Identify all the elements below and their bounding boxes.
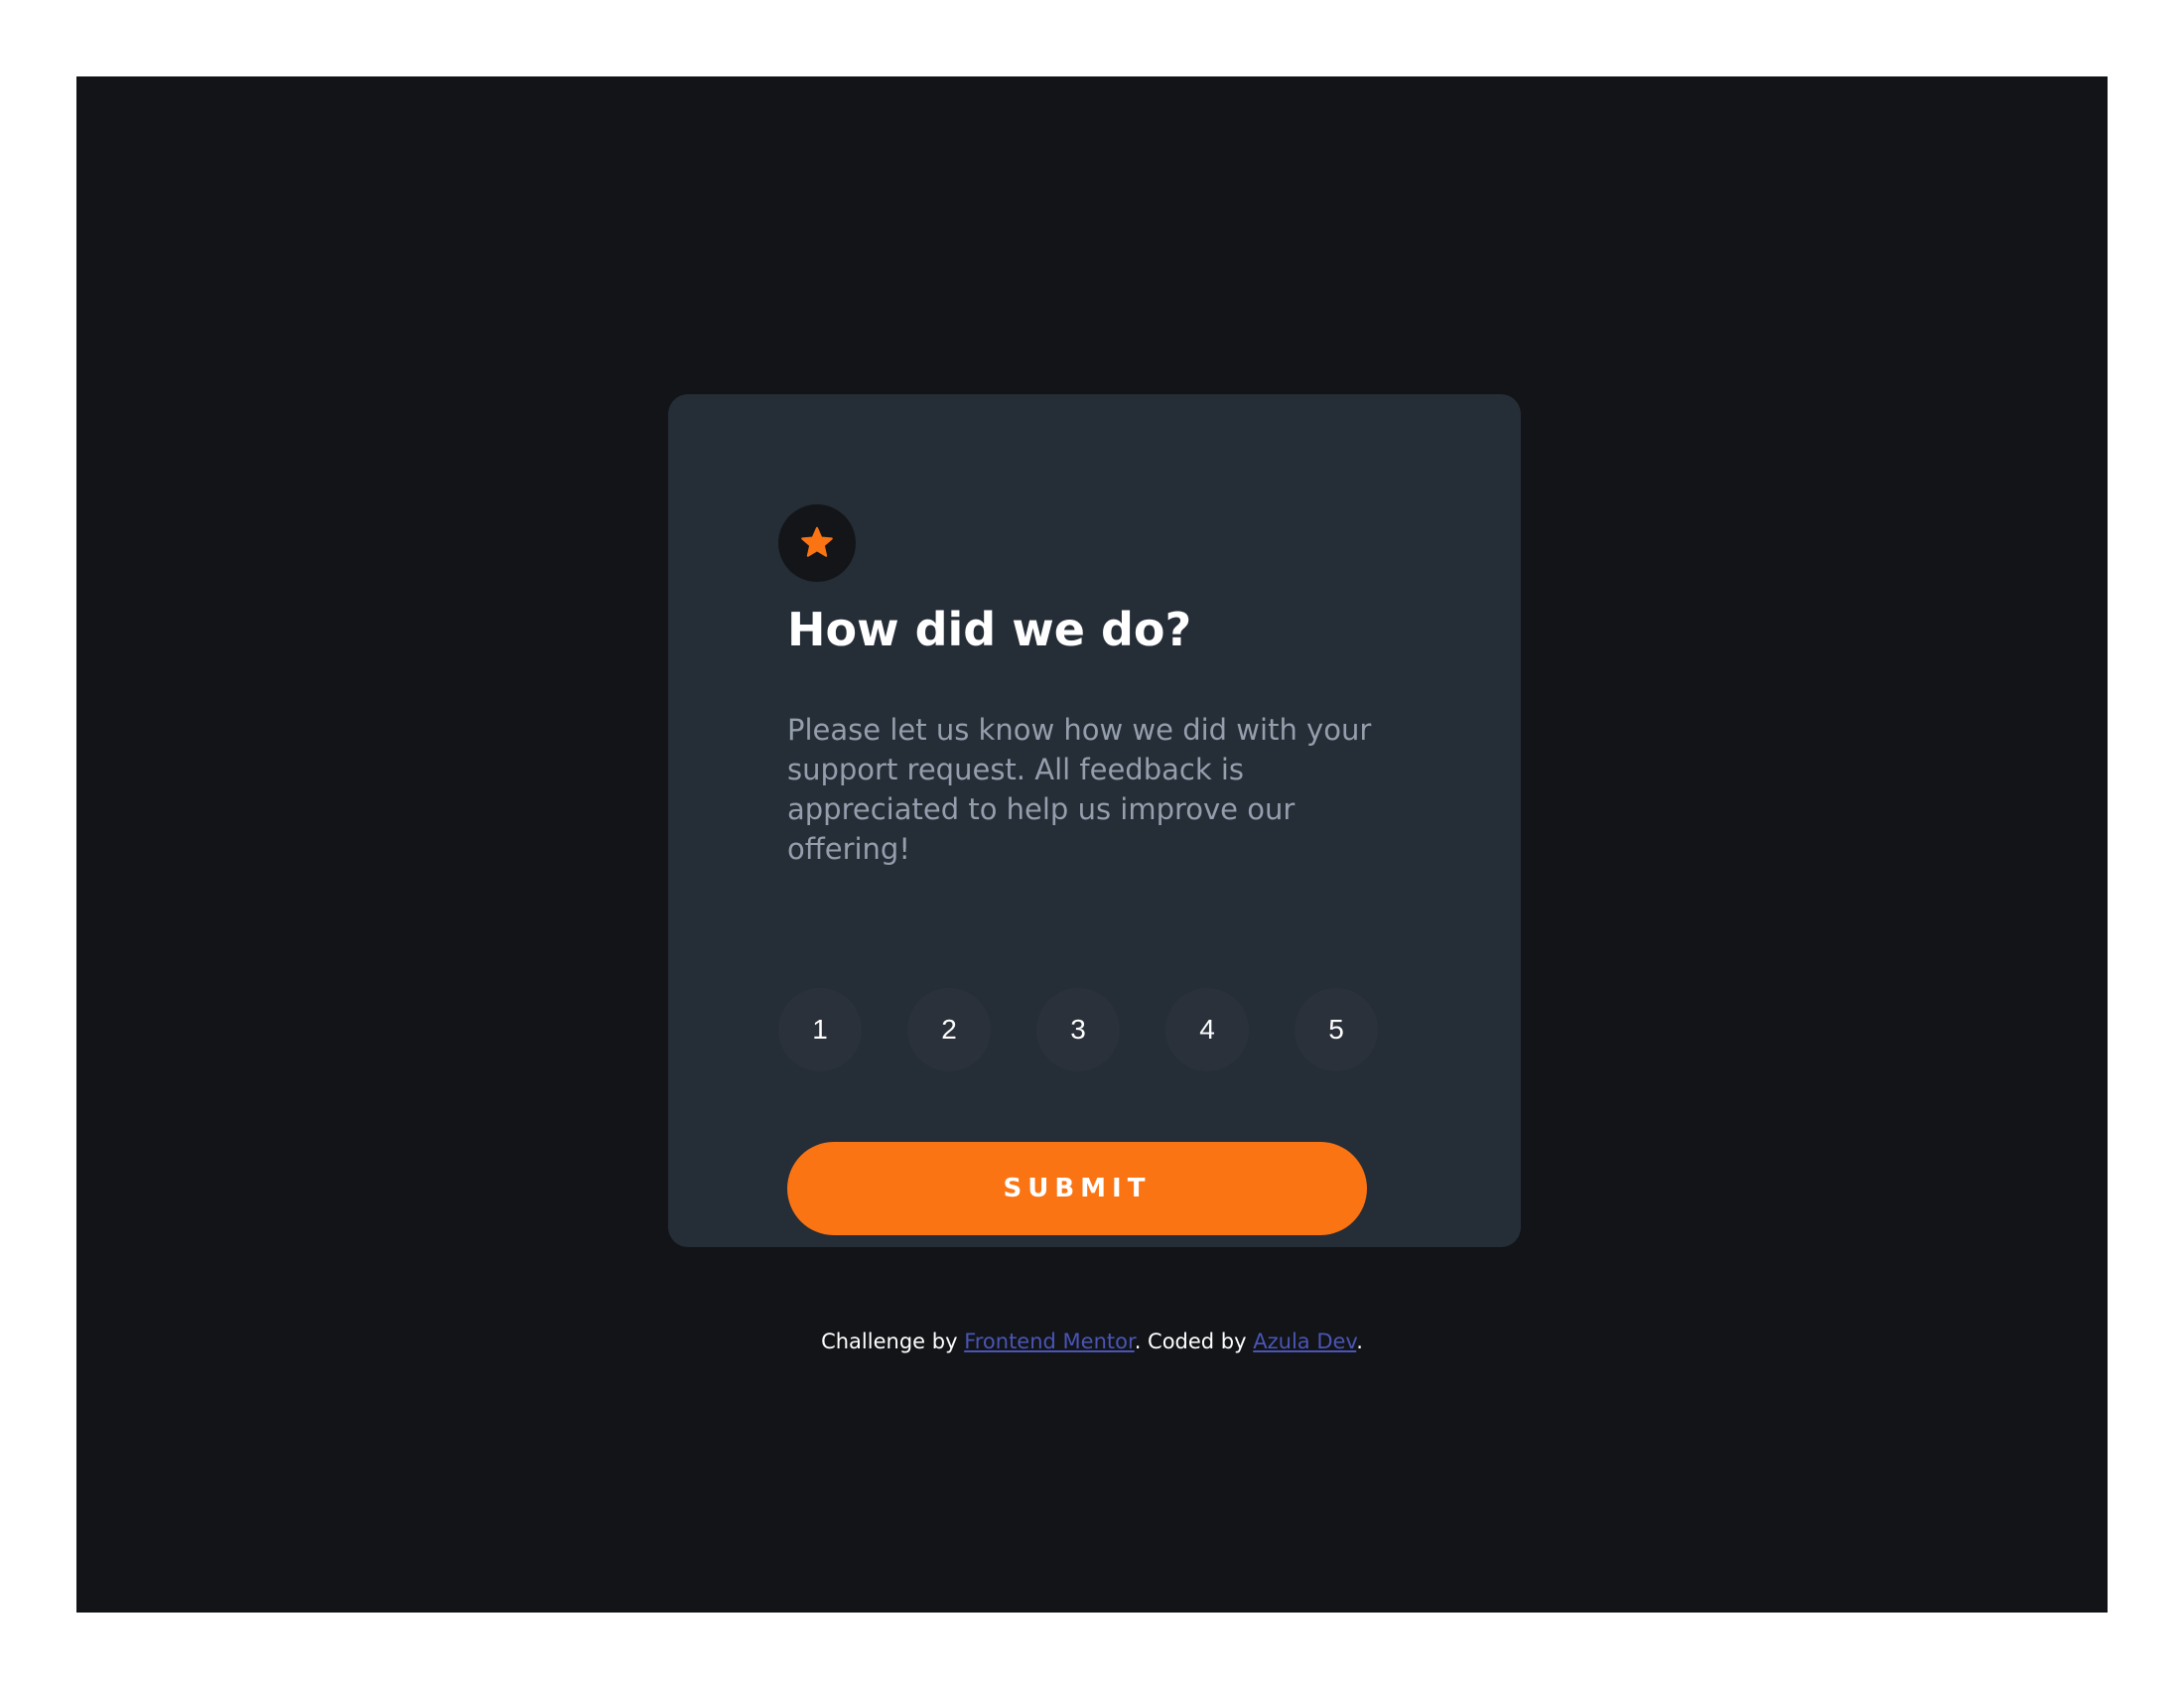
author-link[interactable]: Azula Dev xyxy=(1253,1330,1356,1353)
star-icon xyxy=(801,526,833,557)
page-background: How did we do? Please let us know how we… xyxy=(76,76,2108,1613)
rating-options: 1 2 3 4 5 xyxy=(778,988,1378,1071)
rating-option-4[interactable]: 4 xyxy=(1165,988,1249,1071)
attribution-middle: . Coded by xyxy=(1134,1330,1254,1353)
submit-button[interactable]: SUBMIT xyxy=(787,1142,1367,1235)
rating-option-5[interactable]: 5 xyxy=(1295,988,1378,1071)
rating-option-3[interactable]: 3 xyxy=(1036,988,1120,1071)
rating-option-1[interactable]: 1 xyxy=(778,988,862,1071)
card-description: Please let us know how we did with your … xyxy=(787,713,1372,866)
attribution-suffix: . xyxy=(1356,1330,1363,1353)
rating-option-2[interactable]: 2 xyxy=(907,988,991,1071)
card-title: How did we do? xyxy=(787,603,1192,656)
star-badge xyxy=(778,504,856,582)
attribution-prefix: Challenge by xyxy=(821,1330,965,1353)
frontend-mentor-link[interactable]: Frontend Mentor xyxy=(964,1330,1135,1353)
attribution: Challenge by Frontend Mentor. Coded by A… xyxy=(76,1330,2108,1353)
rating-card: How did we do? Please let us know how we… xyxy=(668,394,1521,1247)
